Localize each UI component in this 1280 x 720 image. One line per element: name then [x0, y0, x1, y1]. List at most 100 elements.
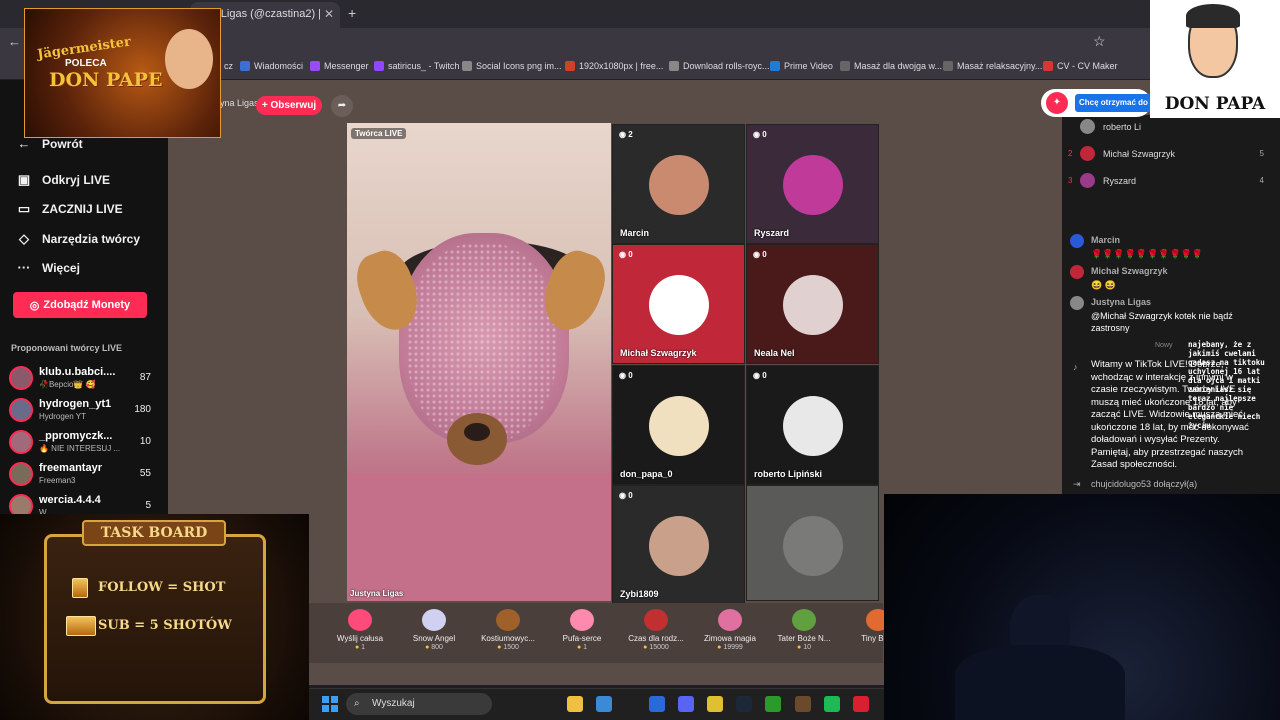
gift-item[interactable]: Zimowa magia ● 19999	[693, 609, 767, 651]
xbox-icon[interactable]	[765, 696, 781, 712]
bookmark-label: Download rolls-royc...	[683, 61, 770, 71]
guest-viewer-count: ◉ 0	[619, 250, 633, 259]
want-to-receive-button[interactable]: ✦ Chcę otrzymać do	[1041, 89, 1152, 117]
steam-icon[interactable]	[736, 696, 752, 712]
bookmark-label: Masaż dla dwojga w...	[854, 61, 943, 71]
bookmark-item[interactable]: Download rolls-royc...	[669, 61, 770, 71]
bookmark-item[interactable]: CV - CV Maker	[1043, 61, 1118, 71]
sidebar-item-creator-tools[interactable]: ◇ Narzędzia twórcy	[16, 231, 140, 247]
l-app-icon[interactable]	[649, 696, 665, 712]
chat-author[interactable]: Marcin	[1091, 235, 1120, 245]
windows-start-icon[interactable]	[322, 696, 338, 712]
bookmark-favicon-icon	[770, 61, 780, 71]
opera-icon[interactable]	[853, 696, 869, 712]
minecraft-icon[interactable]	[795, 696, 811, 712]
chat-author[interactable]: Justyna Ligas	[1091, 297, 1151, 307]
bookmark-item[interactable]: Messenger	[310, 61, 369, 71]
ranking-row[interactable]: roberto Li	[1068, 118, 1268, 138]
gift-icon	[792, 609, 816, 631]
suggested-creator[interactable]: freemantayr Freeman3 55	[9, 460, 161, 490]
sub-rule: SUB = 5 SHOTÓW	[98, 618, 232, 633]
gift-price: ● 10	[767, 644, 841, 651]
sidebar-item-more[interactable]: ··· Więcej	[16, 260, 80, 275]
eye-icon: ◉	[753, 130, 763, 139]
gift-item[interactable]: Tater Boże N... ● 10	[767, 609, 841, 651]
bookmark-label: satiricus_ - Twitch	[388, 61, 460, 71]
avatar	[9, 430, 33, 454]
task-board-title: TASK BOARD	[82, 520, 226, 546]
chrome-icon[interactable]	[707, 696, 723, 712]
guest-tile[interactable]: ◉ 0 Neala Nel	[746, 244, 879, 364]
guest-tile[interactable]: ◉ 0 don_papa_0	[612, 365, 745, 485]
back-link[interactable]: ← Powrót	[16, 136, 83, 151]
guest-name: roberto Lipiński	[754, 469, 823, 479]
follow-rule: FOLLOW = SHOT	[98, 580, 226, 595]
live-creator-tag: Twórca LIVE	[351, 128, 407, 139]
don-papa-logo: DON PAPA	[1150, 0, 1280, 118]
share-icon[interactable]: ➦	[331, 95, 353, 117]
suggested-creator[interactable]: klub.u.babci.... 🥀Bepcio👑 🥰 87	[9, 364, 161, 394]
guest-tile[interactable]: ◉ 2 Marcin	[612, 124, 745, 244]
host-video[interactable]: Twórca LIVE Justyna Ligas	[347, 123, 611, 601]
gift-item[interactable]: Snow Angel ● 800	[397, 609, 471, 651]
guest-tile[interactable]: ◉ 0 Zybi1809	[612, 485, 745, 605]
bookmark-item[interactable]: Masaż dla dwojga w...	[840, 61, 942, 71]
gift-icon	[570, 609, 594, 631]
get-coins-button[interactable]: ◎ Zdobądź Monety	[13, 292, 147, 318]
gift-item[interactable]: Czas dla rodz... ● 15000	[619, 609, 693, 651]
want-to-receive-label: Chcę otrzymać do	[1075, 94, 1152, 112]
guest-avatar	[783, 516, 843, 576]
don-papa-brand: DON PAPA	[1164, 94, 1266, 114]
back-arrow-icon[interactable]: ←	[8, 34, 21, 49]
file-explorer-icon[interactable]	[567, 696, 583, 712]
bookmark-item[interactable]: 1920x1080px | free...	[565, 61, 663, 71]
gift-item[interactable]: Wyślij całusa ● 1	[323, 609, 397, 651]
spotify-icon[interactable]	[824, 696, 840, 712]
jagermeister-overlay: Jägermeister POLECA DON PAPE	[24, 8, 221, 138]
ranking-row[interactable]: 3 Ryszard 4	[1068, 172, 1268, 192]
gift-price: ● 1500	[471, 644, 545, 651]
bookmark-favicon-icon	[565, 61, 575, 71]
suggested-creator[interactable]: _ppromyczk... 🔥 NIE INTERESUJ ... 10	[9, 428, 161, 458]
gift-item[interactable]: Pufa-serce ● 1	[545, 609, 619, 651]
creator-name: wercia.4.4.4	[39, 494, 101, 506]
store-icon[interactable]	[596, 696, 612, 712]
bookmark-favicon-icon	[1043, 61, 1053, 71]
viewer-count: 10	[139, 436, 151, 447]
streamer-name[interactable]: yna Ligas	[220, 98, 259, 108]
star-icon[interactable]: ☆	[1093, 33, 1106, 50]
avatar	[1070, 234, 1084, 248]
bookmark-item[interactable]: Social Icons png im...	[462, 61, 562, 71]
bookmark-label: 1920x1080px | free...	[579, 61, 664, 71]
guest-count-value: 0	[628, 491, 633, 500]
join-message: chujcidolugo53 dołączył(a)	[1091, 479, 1198, 489]
guest-tile[interactable]	[746, 485, 879, 601]
gift-icon	[422, 609, 446, 631]
guest-tile[interactable]: ◉ 0 Michał Szwagrzyk	[612, 244, 745, 364]
guest-count-value: 0	[762, 250, 767, 259]
close-icon[interactable]: ✕	[324, 7, 334, 21]
new-tab-icon[interactable]: +	[348, 5, 356, 21]
guest-count-value: 2	[628, 130, 633, 139]
bookmark-item[interactable]: Wiadomości	[240, 61, 303, 71]
bookmark-label: Wiadomości	[254, 61, 304, 71]
gift-item[interactable]: Kostiumowyc... ● 1500	[471, 609, 545, 651]
bookmark-item[interactable]: satiricus_ - Twitch	[374, 61, 459, 71]
host-name: Justyna Ligas	[350, 589, 404, 598]
bookmark-label: Prime Video	[784, 61, 833, 71]
bookmark-item[interactable]: Masaż relaksacyjny...	[943, 61, 1042, 71]
discord-icon[interactable]	[678, 696, 694, 712]
suggested-creator[interactable]: hydrogen_yt1 Hydrogen YT 180	[9, 396, 161, 426]
sidebar-item-discover-live[interactable]: ▣ Odkryj LIVE	[16, 172, 110, 188]
taskbar-search[interactable]: ⌕ Wyszukaj	[346, 693, 492, 715]
chat-author[interactable]: Michał Szwagrzyk	[1091, 266, 1168, 276]
guest-tile[interactable]: ◉ 0 roberto Lipiński	[746, 365, 879, 485]
get-coins-label: Zdobądź Monety	[43, 299, 131, 311]
don-pape-mascot	[165, 29, 213, 89]
sidebar-item-start-live[interactable]: ▭ ZACZNIJ LIVE	[16, 201, 123, 217]
follow-button[interactable]: + Obserwuj	[256, 96, 322, 115]
bookmark-item[interactable]: Prime Video	[770, 61, 833, 71]
guest-tile[interactable]: ◉ 0 Ryszard	[746, 124, 879, 244]
ranking-row[interactable]: 2 Michał Szwagrzyk 5	[1068, 145, 1268, 165]
sidebar-item-label: Odkryj LIVE	[42, 173, 111, 187]
